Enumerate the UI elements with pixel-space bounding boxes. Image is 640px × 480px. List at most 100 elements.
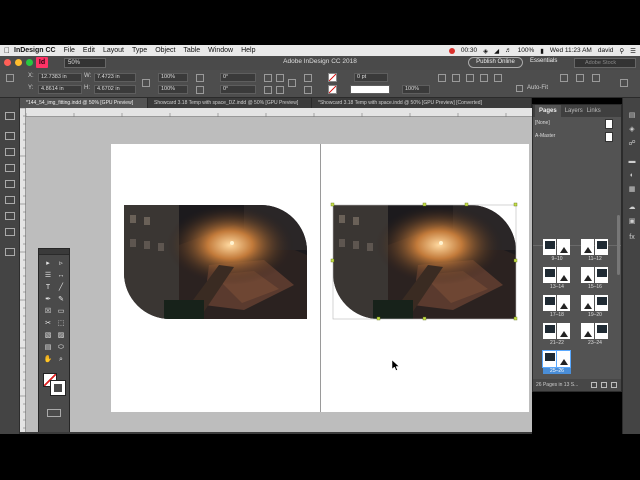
tab-layers[interactable]: Layers [561,105,583,117]
menu-help[interactable]: Help [241,47,255,54]
pen-tool-icon[interactable]: ✒ [43,295,53,304]
gradient-panel-icon[interactable] [5,180,15,188]
library-panel-icon[interactable] [5,248,15,256]
spread-right-page[interactable] [557,323,570,339]
rectangle-tool-icon[interactable]: ▭ [56,307,66,316]
publish-online-button[interactable]: Publish Online [468,57,523,68]
fit-content-proportionally-icon[interactable] [466,74,474,82]
menu-layout[interactable]: Layout [103,47,124,54]
spread-left-page[interactable] [581,267,594,283]
rotation-field[interactable]: 0° [220,73,256,82]
spread-left-page[interactable] [581,323,594,339]
master-none-thumbnail[interactable] [605,119,613,129]
pages-scrollbar[interactable] [617,215,620,275]
user-name[interactable]: david [598,47,614,54]
constrain-proportions-icon[interactable] [142,79,150,87]
scale-y-field[interactable]: 100% [158,85,188,94]
x-position-field[interactable]: 12.7383 in [38,73,82,82]
effects-icon[interactable]: fx [627,234,637,242]
spread-right-page[interactable] [557,239,570,255]
stroke-type-select[interactable] [350,85,390,94]
distribute-icon[interactable] [592,74,600,82]
spread-right-page[interactable] [557,295,570,311]
menu-type[interactable]: Type [132,47,147,54]
text-wrap-icon[interactable] [560,74,568,82]
tab-pages[interactable]: Pages [535,105,561,117]
gap-tool-icon[interactable]: ↔ [56,271,66,280]
search-icon[interactable]: ⚲ [619,47,624,55]
paragraph-icon[interactable] [288,79,296,87]
rotate-clockwise-icon[interactable] [264,74,272,82]
spread-right-page[interactable] [595,239,608,255]
tools-panel-grip[interactable] [39,249,69,255]
links-panel-icon[interactable]: ☍ [627,140,637,148]
new-page-icon[interactable] [601,382,607,388]
reference-point-icon[interactable] [6,74,14,82]
eyedropper-tool-icon[interactable]: ⬭ [56,343,66,352]
character-panel-icon[interactable] [5,196,15,204]
view-mode-icon[interactable] [47,409,61,417]
select-content-icon[interactable] [304,86,312,94]
horizontal-ruler[interactable] [25,108,532,121]
free-transform-tool-icon[interactable]: ⬚ [56,319,66,328]
fill-frame-proportionally-icon[interactable] [480,74,488,82]
spread-left-page[interactable] [543,239,556,255]
rectangle-frame-tool-icon[interactable]: ☒ [43,307,53,316]
menu-window[interactable]: Window [208,47,233,54]
wifi-icon[interactable]: ◢ [494,47,499,55]
left-image-frame[interactable] [124,205,307,319]
spread-left-page[interactable] [543,323,556,339]
tab-document-1[interactable]: *144_54_img_fitting.indd @ 50% [GPU Prev… [20,98,148,108]
y-position-field[interactable]: 4.8614 in [38,85,82,94]
pencil-tool-icon[interactable]: ✎ [56,295,66,304]
spread-right-page[interactable] [595,267,608,283]
spread-right-page[interactable] [557,267,570,283]
spread-right-page[interactable] [556,350,571,368]
width-field[interactable]: 7.4723 in [94,73,136,82]
color-icon[interactable]: ◐ [627,172,637,180]
opacity-field[interactable]: 100% [402,85,430,94]
align-icon[interactable] [576,74,584,82]
panel-menu-icon[interactable] [620,79,628,87]
scale-x-field[interactable]: 100% [158,73,188,82]
menu-edit[interactable]: Edit [83,47,95,54]
menu-object[interactable]: Object [155,47,175,54]
effects-fx-icon[interactable] [438,74,446,82]
line-tool-icon[interactable]: ╱ [56,283,66,292]
menu-table[interactable]: Table [183,47,200,54]
selection-tool-icon[interactable]: ▸ [43,259,53,268]
stroke-icon[interactable]: ▬ [627,158,637,166]
paragraph-panel-icon[interactable] [5,212,15,220]
master-a-thumbnail[interactable] [605,132,613,142]
stroke-swatch-icon[interactable] [328,85,337,94]
clock[interactable]: Wed 11:23 AM [550,47,592,54]
spread-left-page[interactable] [581,295,594,311]
color-panel-icon[interactable] [5,164,15,172]
spread-left-page[interactable] [543,295,556,311]
spread-right-page[interactable] [595,323,608,339]
tab-links[interactable]: Links [583,105,605,117]
spread-left-page[interactable] [543,267,556,283]
fx-panel-icon[interactable] [5,112,15,120]
tab-document-2[interactable]: Showcard 3.18 Temp with space_DZ.indd @ … [148,98,312,108]
flip-vertical-icon[interactable] [276,86,284,94]
layers-panel-icon[interactable]: ◈ [627,126,637,134]
adobe-stock-search-input[interactable]: Adobe Stock [574,58,636,68]
volume-icon[interactable]: ♬ [505,47,512,54]
fill-stroke-icon[interactable] [43,373,66,396]
hand-tool-icon[interactable]: ✋ [43,355,53,364]
spread-right-page[interactable] [595,295,608,311]
stroke-panel-icon[interactable] [5,148,15,156]
workspace-switcher[interactable]: Essentials [530,58,557,64]
auto-fit-checkbox[interactable] [516,85,523,92]
height-field[interactable]: 4.6702 in [94,85,136,94]
stroke-weight-field[interactable]: 0 pt [354,73,388,82]
menu-list-icon[interactable]: ☰ [630,47,636,55]
type-tool-icon[interactable]: T [43,283,53,292]
rotate-counterclockwise-icon[interactable] [264,86,272,94]
gradient-feather-tool-icon[interactable]: ▨ [56,331,66,340]
app-menu[interactable]: InDesign CC [14,47,56,54]
note-tool-icon[interactable]: ▤ [43,343,53,352]
select-container-icon[interactable] [304,74,312,82]
fill-swatch-icon[interactable] [328,73,337,82]
